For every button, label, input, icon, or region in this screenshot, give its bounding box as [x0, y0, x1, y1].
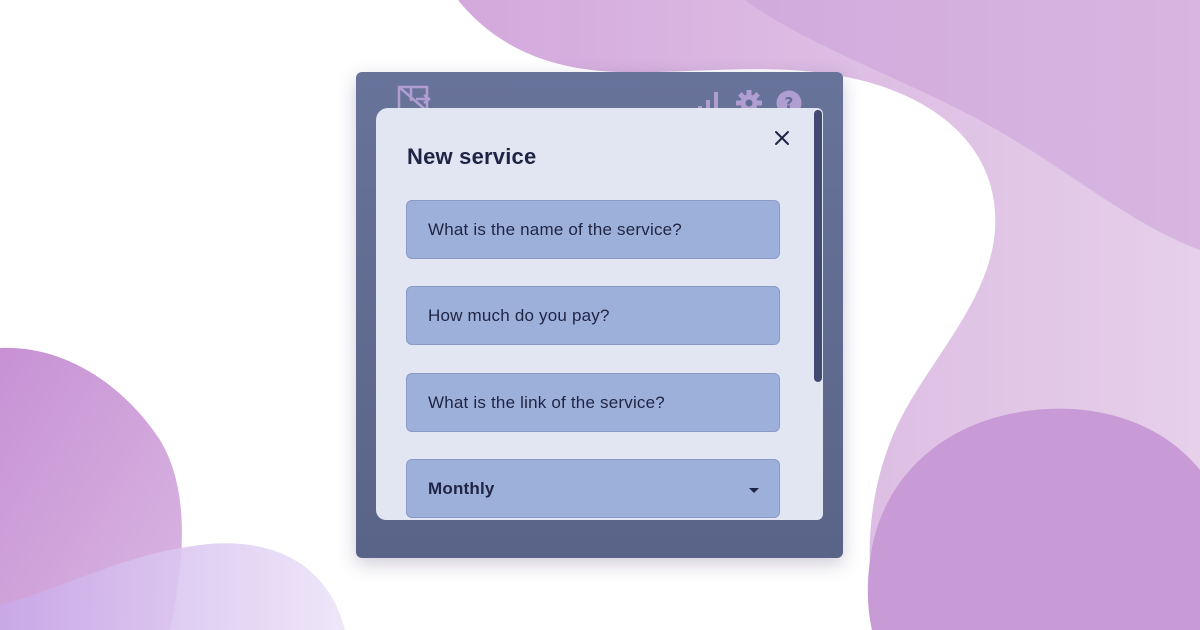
close-icon [774, 130, 790, 151]
app-window: ? New service What is the name of the se… [356, 72, 843, 558]
billing-period-select[interactable]: Monthly [406, 459, 780, 518]
caret-down-icon [749, 488, 759, 493]
service-name-placeholder: What is the name of the service? [428, 219, 682, 239]
new-service-modal: New service What is the name of the serv… [376, 108, 813, 520]
billing-period-value: Monthly [428, 478, 495, 498]
close-button[interactable] [770, 128, 794, 152]
service-name-input[interactable]: What is the name of the service? [406, 200, 780, 259]
scrollbar-thumb[interactable] [814, 110, 822, 382]
service-link-input[interactable]: What is the link of the service? [406, 373, 780, 432]
service-link-placeholder: What is the link of the service? [428, 392, 665, 412]
service-price-placeholder: How much do you pay? [428, 305, 610, 325]
service-price-input[interactable]: How much do you pay? [406, 286, 780, 345]
modal-title: New service [407, 144, 537, 169]
